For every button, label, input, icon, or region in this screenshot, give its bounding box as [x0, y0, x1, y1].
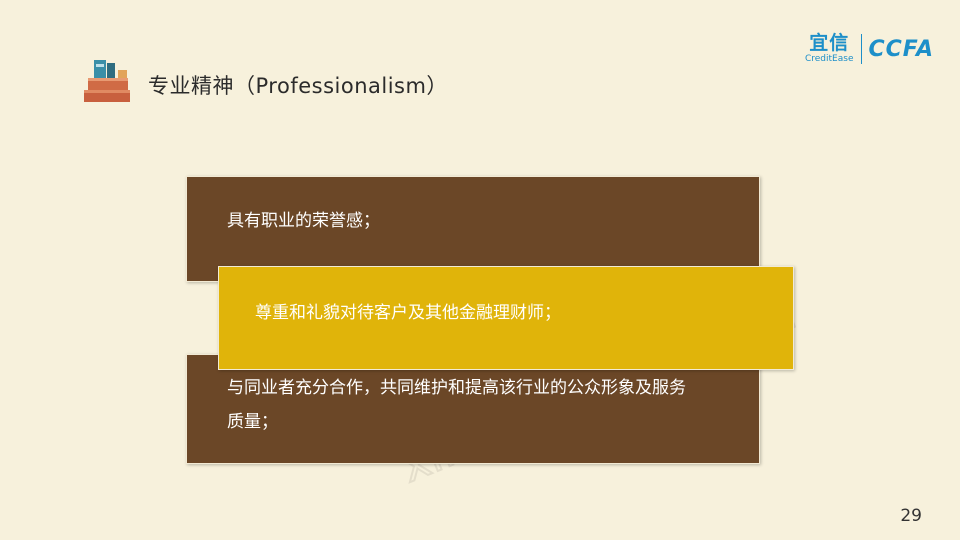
item-text-2: 尊重和礼貌对待客户及其他金融理财师； [255, 303, 561, 323]
yixin-logo-en: CreditEase [804, 54, 854, 64]
logo-divider [861, 34, 863, 64]
yixin-logo-cn: 宜信 [809, 32, 850, 54]
page-number: 29 [900, 506, 922, 526]
page-title: 专业精神（Professionalism） [148, 74, 448, 98]
item-box-2: 尊重和礼貌对待客户及其他金融理财师； [218, 266, 794, 370]
slide: 星火金服 xinghuo.yixin.com 专业精神（Professional… [0, 0, 960, 540]
item-text-3: 与同业者充分合作，共同维护和提高该行业的公众形象及服务质量； [227, 378, 686, 432]
logo-group: 宜信 CreditEase CCFA [805, 34, 934, 64]
item-box-3: 与同业者充分合作，共同维护和提高该行业的公众形象及服务质量； [186, 354, 760, 464]
books-icon [84, 60, 130, 102]
item-text-1: 具有职业的荣誉感； [227, 211, 380, 231]
yixin-logo: 宜信 CreditEase [805, 34, 854, 64]
ccfa-logo: CCFA [868, 36, 934, 62]
